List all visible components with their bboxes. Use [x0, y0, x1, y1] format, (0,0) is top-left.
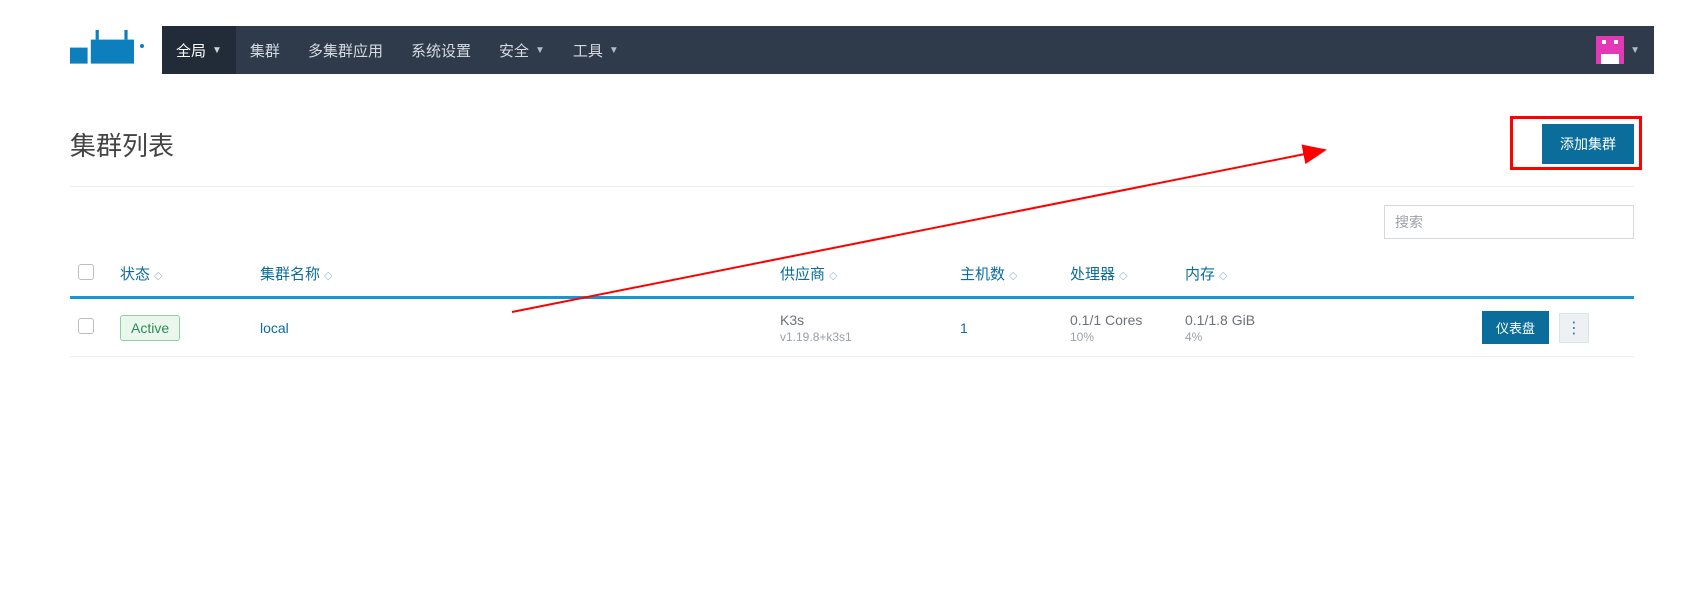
- avatar: [1596, 36, 1624, 64]
- col-mem[interactable]: 内存◇: [1177, 251, 1474, 298]
- cpu-pct: 10%: [1070, 330, 1169, 344]
- sort-icon: ◇: [1219, 270, 1227, 282]
- provider-name: K3s: [780, 312, 804, 328]
- search-input[interactable]: [1384, 205, 1634, 239]
- add-cluster-button[interactable]: 添加集群: [1542, 124, 1634, 164]
- sort-icon: ◇: [154, 270, 162, 282]
- nav-label: 工具: [573, 40, 603, 61]
- top-nav: 全局 ▼ 集群 多集群应用 系统设置 安全 ▼ 工具 ▼ ▼: [162, 26, 1654, 74]
- page-title: 集群列表: [70, 126, 174, 163]
- cpu-value: 0.1/1 Cores: [1070, 312, 1142, 328]
- nav-multicluster-apps[interactable]: 多集群应用: [294, 26, 397, 74]
- nav-label: 多集群应用: [308, 40, 383, 61]
- nav-global[interactable]: 全局 ▼: [162, 26, 236, 74]
- kebab-icon: ⋮: [1566, 318, 1582, 338]
- nav-label: 全局: [176, 40, 206, 61]
- nav-label: 集群: [250, 40, 280, 61]
- nav-tools[interactable]: 工具 ▼: [559, 26, 633, 74]
- chevron-down-icon: ▼: [1630, 45, 1640, 56]
- select-all-checkbox[interactable]: [78, 264, 94, 280]
- user-menu[interactable]: ▼: [1596, 36, 1644, 64]
- nav-clusters[interactable]: 集群: [236, 26, 294, 74]
- chevron-down-icon: ▼: [609, 45, 619, 56]
- dashboard-button[interactable]: 仪表盘: [1482, 311, 1549, 344]
- col-nodes[interactable]: 主机数◇: [952, 251, 1062, 298]
- chevron-down-icon: ▼: [212, 45, 222, 56]
- chevron-down-icon: ▼: [535, 45, 545, 56]
- sort-icon: ◇: [324, 270, 332, 282]
- col-state[interactable]: 状态◇: [112, 251, 252, 298]
- mem-value: 0.1/1.8 GiB: [1185, 312, 1255, 328]
- sort-icon: ◇: [1119, 270, 1127, 282]
- node-count-link[interactable]: 1: [960, 320, 968, 336]
- status-badge: Active: [120, 315, 180, 341]
- row-checkbox[interactable]: [78, 318, 94, 334]
- provider-version: v1.19.8+k3s1: [780, 330, 944, 344]
- col-provider[interactable]: 供应商◇: [772, 251, 952, 298]
- rancher-logo: [70, 30, 150, 70]
- nav-label: 系统设置: [411, 40, 471, 61]
- nav-settings[interactable]: 系统设置: [397, 26, 485, 74]
- cluster-table: 状态◇ 集群名称◇ 供应商◇ 主机数◇ 处理器◇ 内存◇: [70, 251, 1634, 357]
- sort-icon: ◇: [829, 270, 837, 282]
- col-name[interactable]: 集群名称◇: [252, 251, 772, 298]
- col-cpu[interactable]: 处理器◇: [1062, 251, 1177, 298]
- nav-label: 安全: [499, 40, 529, 61]
- nav-security[interactable]: 安全 ▼: [485, 26, 559, 74]
- table-row: Active local K3s v1.19.8+k3s1 1 0.1/1 Co…: [70, 298, 1634, 357]
- sort-icon: ◇: [1009, 270, 1017, 282]
- row-actions-menu[interactable]: ⋮: [1559, 313, 1589, 343]
- mem-pct: 4%: [1185, 330, 1466, 344]
- cluster-name-link[interactable]: local: [260, 320, 289, 336]
